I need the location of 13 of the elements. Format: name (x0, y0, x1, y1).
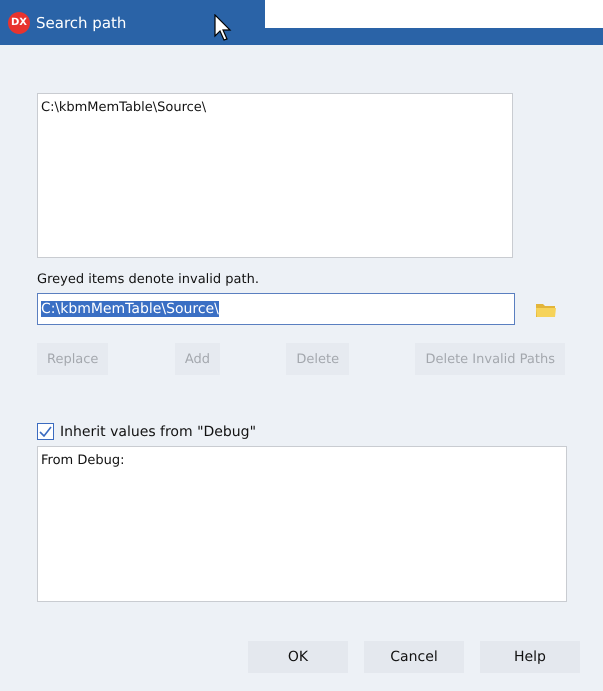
app-logo: DX (8, 12, 30, 34)
path-item[interactable]: C:\kbmMemTable\Source\ (41, 100, 509, 115)
dialog-button[interactable]: OK (248, 641, 348, 673)
mouse-cursor-icon (214, 14, 234, 42)
dialog-button[interactable]: Cancel (364, 641, 464, 673)
hint-text: Greyed items denote invalid path. (37, 272, 260, 287)
path-list[interactable]: C:\kbmMemTable\Source\ (37, 93, 513, 258)
path-field[interactable]: C:\kbmMemTable\Source\ (37, 293, 515, 325)
dialog-button[interactable]: Help (480, 641, 580, 673)
checkbox[interactable] (37, 423, 54, 440)
window-title: Search path (36, 14, 126, 32)
checkbox-label[interactable]: Inherit values from "Debug" (60, 424, 256, 440)
list-item: From Debug: (41, 453, 126, 468)
